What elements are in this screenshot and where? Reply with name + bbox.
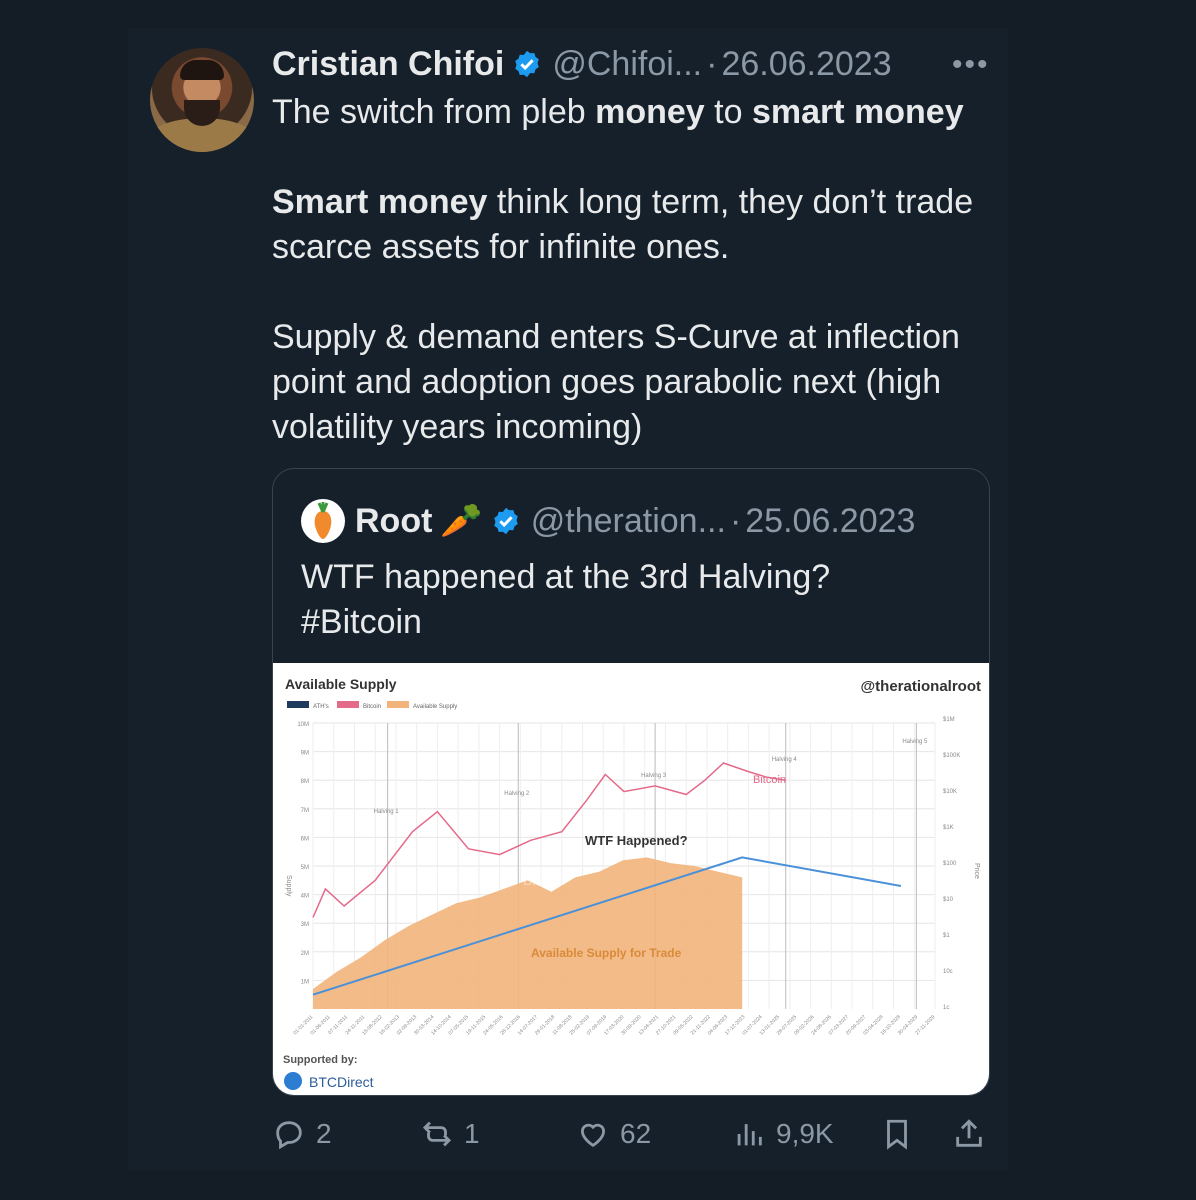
views-count: 9,9K (776, 1118, 834, 1149)
halving-label: Halving 1 (374, 809, 400, 815)
y-right-tick: 10c (943, 969, 953, 975)
chart-brand: @therationalroot (861, 678, 981, 695)
halving-label: Halving 5 (902, 739, 928, 745)
carrot-emoji: 🥕 (440, 502, 483, 540)
like-count: 62 (620, 1118, 652, 1149)
quoted-separator: · (729, 501, 742, 540)
action-bar: 2 1 62 9,9K (272, 1112, 992, 1156)
y-axis-left: 10M 9M 8M 7M 6M 5M 4M 3M 2M 1M (297, 722, 309, 985)
halving-label: Halving 4 (772, 757, 798, 763)
chart-legend: ATH's Bitcoin Available Supply (287, 701, 457, 710)
y-left-tick: 2M (301, 951, 309, 957)
share-button[interactable] (952, 1112, 986, 1156)
legend-swatch (387, 701, 409, 708)
halving-label: Halving 3 (641, 773, 667, 779)
legend-swatch (337, 701, 359, 708)
footer-brand: BTCDirect (309, 1074, 374, 1090)
quoted-handle[interactable]: @theration... (531, 502, 726, 541)
y-right-tick: $100K (943, 753, 960, 759)
y-left-tick: 4M (301, 894, 309, 900)
reply-button[interactable]: 2 (272, 1112, 332, 1156)
tweet-paragraph-2: Smart money think long term, they don’t … (272, 180, 1002, 270)
header-separator: · (706, 44, 718, 83)
chart-watermark: Bitcoin (523, 872, 565, 888)
share-icon (956, 1119, 982, 1147)
y-right-tick: $100 (943, 861, 957, 867)
tweet-paragraph-1: The switch from pleb money to smart mone… (272, 90, 1002, 135)
like-button[interactable]: 62 (576, 1112, 651, 1156)
quoted-date[interactable]: 25.06.2023 (745, 502, 915, 541)
quoted-text: WTF happened at the 3rd Halving? #Bitcoi… (301, 555, 830, 645)
legend-label: Available Supply (413, 704, 457, 710)
author-avatar[interactable] (150, 48, 254, 152)
tweet-text-run: to (704, 93, 752, 131)
tweet-header: Cristian Chifoi @Chifoi... · 26.06.2023 (272, 44, 892, 84)
chart-title: Available Supply (285, 676, 397, 692)
tweet-text-run: Supply & demand enters S-Curve at inflec… (272, 318, 960, 446)
quoted-header: Root 🥕 @theration... · 25.06.2023 (355, 499, 915, 543)
quoted-verified-badge-icon (494, 507, 518, 535)
y-left-tick: 9M (301, 751, 309, 757)
area-label: Available Supply for Trade (531, 946, 682, 960)
author-name[interactable]: Cristian Chifoi (272, 45, 504, 84)
chart-image[interactable]: Available Supply @therationalroot ATH's B… (273, 663, 989, 1095)
price-label: Bitcoin (753, 774, 786, 786)
quoted-hashtag[interactable]: #Bitcoin (301, 600, 830, 645)
y-right-tick: $10 (943, 897, 954, 903)
y-right-tick: $1K (943, 825, 954, 831)
tweet-text-run: smart money (751, 93, 964, 131)
tweet-date[interactable]: 26.06.2023 (721, 45, 891, 84)
tweet-text-run: The switch from pleb (272, 93, 596, 131)
y-axis-right-label: Price (973, 863, 980, 879)
tweet-text-run: money (595, 93, 705, 131)
more-options-icon[interactable]: ••• (952, 48, 990, 82)
y-axis-right: $1M $100K $10K $1K $100 $10 $1 10c 1c (943, 717, 960, 1011)
y-right-tick: $1M (943, 717, 955, 723)
author-handle[interactable]: @Chifoi... (552, 45, 702, 84)
verified-badge-icon (515, 50, 540, 78)
reply-icon (276, 1121, 302, 1150)
halving-label: Halving 2 (504, 791, 530, 797)
legend-label: ATH's (313, 704, 329, 710)
views-chart-icon (737, 1124, 762, 1146)
chart-annotation: WTF Happened? (585, 833, 688, 848)
reply-count: 2 (316, 1118, 332, 1149)
tweet-text-run: Smart money (272, 183, 488, 221)
y-right-tick: $10K (943, 789, 957, 795)
views-button[interactable]: 9,9K (732, 1112, 834, 1156)
bookmark-button[interactable] (880, 1112, 914, 1156)
quoted-text-line-1: WTF happened at the 3rd Halving? (301, 558, 831, 596)
y-left-tick: 8M (301, 779, 309, 785)
tweet-text: The switch from pleb money to smart mone… (272, 90, 1002, 450)
tweet-paragraph-3: Supply & demand enters S-Curve at inflec… (272, 315, 1002, 450)
y-left-tick: 3M (301, 922, 309, 928)
legend-swatch (287, 701, 309, 708)
quoted-author-name[interactable]: Root (355, 502, 432, 541)
retweet-button[interactable]: 1 (420, 1112, 480, 1156)
y-axis-left-label: Supply (285, 875, 292, 897)
quoted-tweet[interactable]: Root 🥕 @theration... · 25.06.2023 WTF ha… (272, 468, 990, 1096)
retweet-count: 1 (464, 1118, 480, 1149)
y-left-tick: 7M (301, 808, 309, 814)
legend-label: Bitcoin (363, 704, 381, 710)
supply-chart: Available Supply @therationalroot ATH's B… (283, 676, 981, 1090)
y-left-tick: 10M (297, 722, 309, 728)
y-left-tick: 5M (301, 865, 309, 871)
x-axis-ticks: 01-01-201101-06-201107-11-201124-11-2011… (292, 1014, 936, 1036)
y-left-tick: 1M (301, 979, 309, 985)
quoted-avatar[interactable] (301, 499, 345, 543)
y-right-tick: $1 (943, 933, 950, 939)
heart-icon (580, 1123, 606, 1147)
footer-supported: Supported by: (283, 1054, 358, 1066)
y-left-tick: 6M (301, 836, 309, 842)
btcdirect-logo-icon (284, 1072, 302, 1090)
bookmark-icon (887, 1119, 907, 1150)
y-right-tick: 1c (943, 1005, 949, 1011)
retweet-icon (422, 1121, 452, 1147)
